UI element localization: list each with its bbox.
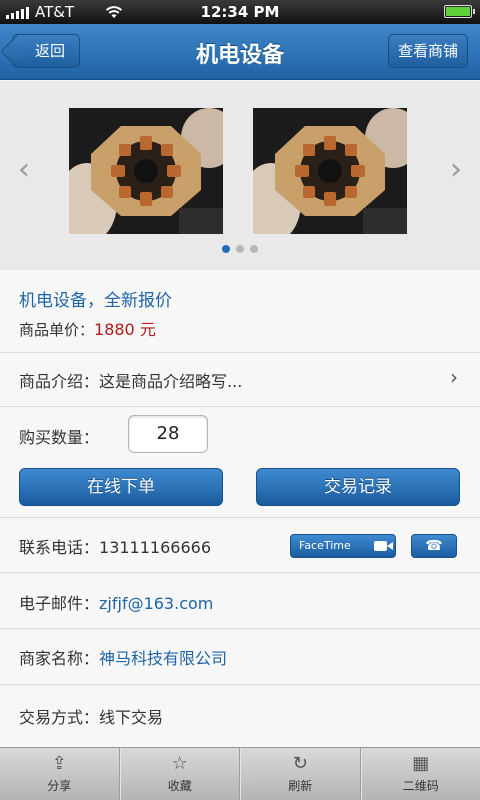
email-row: 电子邮件：zjfjf@163.com [0,573,480,629]
battery-icon [444,5,475,18]
image-gallery[interactable]: ‹ › [0,81,480,270]
chevron-right-icon: › [450,365,458,389]
tab-label: 刷新 [288,779,313,793]
tab-favorite[interactable]: ☆ 收藏 [119,748,240,800]
tab-bar: ⇪ 分享 ☆ 收藏 ↻ 刷新 ▦ 二维码 [0,747,480,800]
chevron-left-icon[interactable]: ‹ [18,155,30,185]
quantity-input[interactable]: 28 [128,415,208,453]
facetime-button[interactable]: FaceTime [290,534,396,558]
product-intro-row[interactable]: 商品介绍：这是商品介绍略写... › [0,353,480,407]
trade-label: 交易方式： [19,708,100,727]
intro-row: 商品介绍：这是商品介绍略写... [19,368,242,392]
call-button[interactable]: ☎ [411,534,457,558]
share-icon: ⇪ [51,753,67,774]
email-link[interactable]: zjfjf@163.com [99,594,213,613]
product-photo[interactable] [253,108,407,234]
price-value: 1880 元 [94,320,156,339]
qrcode-icon: ▦ [412,753,430,774]
tab-share[interactable]: ⇪ 分享 [0,748,120,800]
page-indicator [0,245,480,253]
product-summary: 机电设备，全新报价 商品单价：1880 元 [0,270,480,353]
star-icon: ☆ [171,753,188,774]
merchant-label: 商家名称： [19,649,100,668]
trade-method-row: 交易方式：线下交易 [0,685,480,747]
chevron-right-icon[interactable]: › [450,155,462,185]
email-info: 电子邮件：zjfjf@163.com [19,590,213,614]
facetime-label: FaceTime [299,539,351,552]
tab-qrcode[interactable]: ▦ 二维码 [360,748,480,800]
phone-icon: ☎ [425,538,443,554]
phone-info: 联系电话：13111166666 [19,534,211,558]
navigation-bar: 返回 机电设备 查看商铺 [0,24,480,80]
trade-value: 线下交易 [99,708,164,727]
quantity-row: 购买数量： 28 [0,407,480,461]
phone-row: 联系电话：13111166666 FaceTime ☎ [0,518,480,573]
order-online-button[interactable]: 在线下单 [19,468,223,506]
merchant-row: 商家名称：神马科技有限公司 [0,629,480,685]
tab-refresh[interactable]: ↻ 刷新 [240,748,361,800]
price-label: 商品单价： [19,321,95,339]
video-camera-icon [374,541,393,551]
trade-records-button[interactable]: 交易记录 [256,468,460,506]
page-dot[interactable] [236,245,244,253]
trade-info: 交易方式：线下交易 [19,704,163,728]
refresh-icon: ↻ [292,753,308,774]
view-shop-button[interactable]: 查看商铺 [387,34,468,68]
merchant-link[interactable]: 神马科技有限公司 [99,649,227,668]
price-row: 商品单价：1880 元 [19,316,156,340]
page-dot[interactable] [222,245,230,253]
action-buttons: 在线下单 交易记录 [0,461,480,518]
status-bar: AT&T 12:34 PM [0,0,480,24]
intro-value: 这是商品介绍略写... [99,372,243,391]
merchant-info: 商家名称：神马科技有限公司 [19,645,227,669]
clock: 12:34 PM [200,3,280,21]
quantity-label: 购买数量： [19,428,100,447]
product-title: 机电设备，全新报价 [19,291,172,311]
email-label: 电子邮件： [19,594,100,613]
phone-value: 13111166666 [99,538,211,557]
intro-label: 商品介绍： [19,372,100,391]
tab-label: 分享 [47,779,72,793]
tab-label: 收藏 [167,779,192,793]
page-dot[interactable] [250,245,258,253]
tab-label: 二维码 [402,779,439,793]
product-photo[interactable] [69,108,223,234]
phone-label: 联系电话： [19,538,100,557]
